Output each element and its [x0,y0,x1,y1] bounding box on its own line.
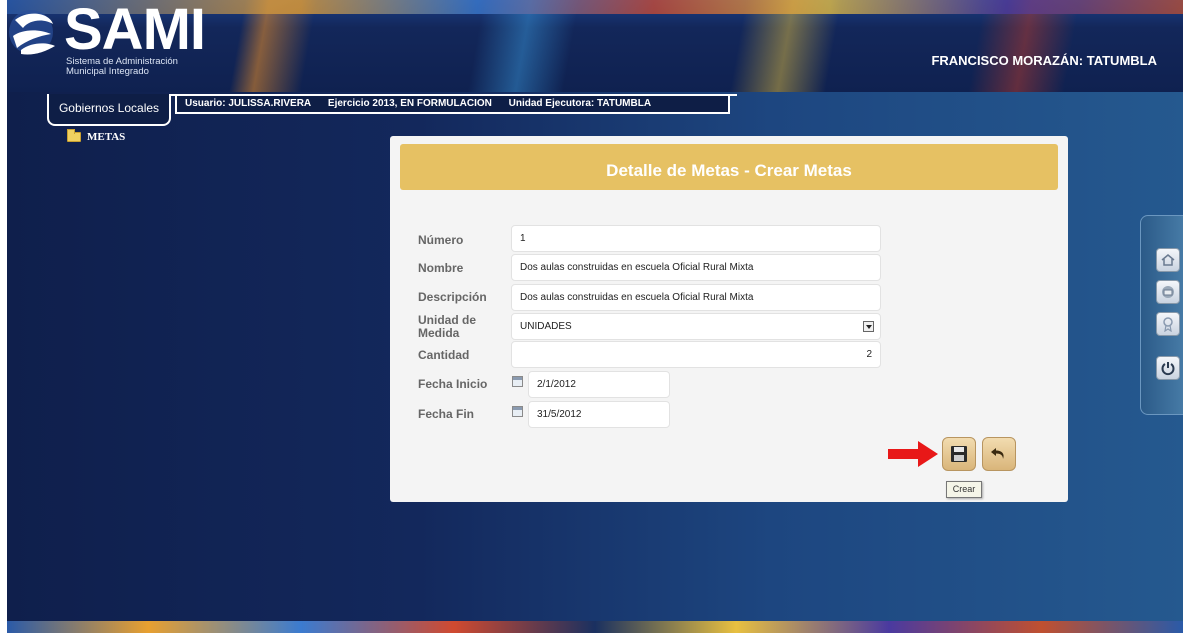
award-icon[interactable] [1156,312,1180,336]
fecha-inicio-row: Fecha Inicio [418,371,508,397]
descripcion-label: Descripción [418,289,487,304]
numero-input[interactable]: 1 [511,225,881,252]
unidad-selected-value: UNIDADES [520,321,572,332]
numero-label: Número [418,232,464,247]
back-button[interactable] [982,437,1016,471]
descripcion-row: Descripción [418,284,508,310]
save-tooltip: Crear [946,481,982,498]
unidad-label-line1: Unidad de [418,313,477,327]
chevron-down-icon[interactable] [863,321,874,332]
ejercicio-info: Ejercicio 2013, EN FORMULACION [327,98,492,109]
cantidad-input[interactable]: 2 [511,341,881,368]
folder-icon [67,129,81,142]
home-icon[interactable] [1156,248,1180,272]
fecha-inicio-input[interactable]: 2/1/2012 [528,371,670,398]
calendar-icon[interactable] [512,406,523,417]
session-info-bar: Usuario: JULISSA.RIVERA Ejercicio 2013, … [175,96,730,114]
save-button[interactable] [942,437,976,471]
fecha-fin-label: Fecha Fin [418,406,475,421]
nombre-label: Nombre [418,260,464,275]
floppy-disk-icon [951,446,967,462]
app-frame: SAMI Sistema de Administración Municipal… [7,0,1183,633]
usuario-info: Usuario: JULISSA.RIVERA [185,98,312,109]
fecha-inicio-label: Fecha Inicio [418,376,488,391]
inbox-icon[interactable] [1156,280,1180,304]
cantidad-row: Cantidad [418,342,508,368]
nombre-input[interactable]: Dos aulas construidas en escuela Oficial… [511,254,881,281]
unidad-info: Unidad Ejecutora: TATUMBLA [508,98,652,109]
app-logo-text: SAMI [64,0,206,62]
nombre-row: Nombre [418,255,508,281]
form-title: Detalle de Metas - Crear Metas [400,144,1058,190]
unidad-label-line2: Medida [418,326,460,340]
red-arrow-icon [888,441,938,467]
unidad-medida-select[interactable]: UNIDADES [511,313,881,340]
sami-logo-icon [9,10,55,55]
logo-subtitle-line2: Municipal Integrado [66,66,149,77]
unidad-label: Unidad de Medida [418,314,508,340]
descripcion-input[interactable]: Dos aulas construidas en escuela Oficial… [511,284,881,311]
calendar-icon[interactable] [512,376,523,387]
fecha-fin-input[interactable]: 31/5/2012 [528,401,670,428]
app-logo-subtitle: Sistema de Administración Municipal Inte… [66,57,226,77]
bottom-strip [7,621,1183,633]
numero-row: Número [418,227,508,253]
undo-arrow-icon [991,448,1004,459]
tree-item-label: METAS [87,131,126,143]
power-icon[interactable] [1156,356,1180,380]
unidad-row: Unidad de Medida [418,312,508,342]
tree-item-metas[interactable]: METAS [67,129,126,143]
tab-gobiernos-locales[interactable]: Gobiernos Locales [47,94,171,126]
region-label: FRANCISCO MORAZÁN: TATUMBLA [931,53,1157,68]
cantidad-label: Cantidad [418,347,470,362]
fecha-fin-row: Fecha Fin [418,401,508,427]
